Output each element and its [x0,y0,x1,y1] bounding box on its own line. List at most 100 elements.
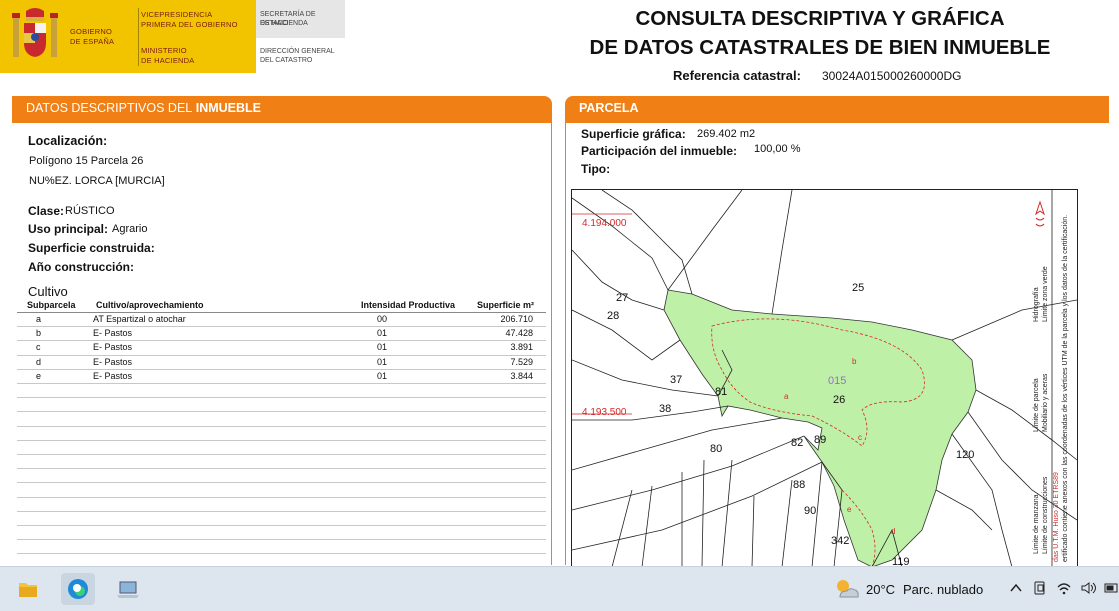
map-svg [572,190,1077,567]
legend-hidrografia: Hidrografía [1033,287,1040,322]
cell-superficie: 3.891 [510,342,533,353]
legend-zona-verde: Límite zona verde [1042,266,1049,322]
logo-direccion-line1: DIRECCIÓN GENERAL [260,48,335,55]
section-header-parcela: PARCELA [565,96,1109,122]
section-border-left [551,110,552,565]
col-header-subparcela: Subparcela [27,300,76,310]
table-row[interactable]: d E- Pastos 01 7.529 [17,356,546,370]
logo-secretaria-line2: DE HACIENDA [260,20,308,27]
parcel-area [663,289,977,567]
ref-catastral-label: Referencia catastral: [673,68,801,83]
table-row-divider [17,510,546,512]
section-title-datos: DATOS DESCRIPTIVOS DEL [26,101,193,115]
table-row[interactable]: a AT Espartizal o atochar 00 206.710 [17,313,546,327]
map-label-89: 89 [814,434,827,446]
table-row-divider [17,525,546,526]
table-row-divider [17,425,546,427]
subparcel-label-a: a [784,392,789,401]
subparcel-label-e: e [847,505,852,514]
cell-superficie: 7.529 [510,356,533,367]
map-label-37: 37 [670,374,683,386]
participacion-label: Participación del inmueble: [581,144,738,158]
logo-ministerio-line2: DE HACIENDA [141,56,195,65]
map-label-27: 27 [616,292,629,304]
cell-cultivo: E- Pastos [93,342,133,353]
page-title-line2: DE DATOS CATASTRALES DE BIEN INMUEBLE [589,36,1051,59]
map-label-81: 81 [715,386,728,398]
superficie-grafica-value: 269.402 m2 [697,128,756,140]
map-legend-rotated: Límite de manzana Límite de construccion… [1031,192,1075,562]
phone-link-icon[interactable] [1032,579,1048,597]
legend-manzana: Límite de manzana [1033,494,1040,554]
weather-condition[interactable]: Parc. nublado [903,582,983,597]
col-header-cultivo: Cultivo/aprovechamiento [96,300,204,310]
table-row[interactable]: e E- Pastos 01 3.844 [17,370,546,384]
cell-subparcela: d [36,356,42,367]
localizacion-label: Localización: [28,134,108,148]
anio-construccion-label: Año construcción: [28,260,135,274]
table-row-divider [17,439,546,441]
map-label-25: 25 [852,282,865,294]
logo-vicepresidencia-line1: VICEPRESIDENCIA [141,10,213,19]
table-row[interactable]: b E- Pastos 01 47.428 [17,327,546,341]
map-label-38: 38 [659,403,672,415]
cell-intensidad: 01 [377,342,388,353]
cell-intensidad: 01 [377,356,388,367]
file-explorer-button[interactable] [11,573,45,605]
table-header-row: Subparcela Cultivo/aprovechamiento Inten… [17,300,546,313]
table-row-divider [17,539,546,541]
spain-coat-of-arms-icon [10,7,60,65]
map-legend: Límite de manzana Límite de construccion… [1031,196,1075,566]
edge-browser-button[interactable] [61,573,95,605]
map-label-82: 82 [791,437,804,449]
chevron-up-icon[interactable] [1008,579,1024,597]
tipo-label: Tipo: [581,162,611,176]
section-title-datos-bold: INMUEBLE [195,101,262,115]
legend-anexos-note: ertificado contiene anexos con las coord… [1062,214,1069,562]
logo-direccion-line2: DEL CATASTRO [260,57,313,64]
table-row-divider [17,468,546,470]
subparcel-label-c: c [858,433,862,442]
legend-parcela: Límite de parcela [1033,378,1040,432]
network-icon[interactable] [1056,579,1072,597]
table-row-divider [17,553,546,555]
cell-cultivo: E- Pastos [93,370,133,381]
table-row[interactable]: c E- Pastos 01 3.891 [17,341,546,355]
cultivo-title: Cultivo [28,284,68,299]
windows-taskbar: 20°C Parc. nublado [0,566,1119,611]
cell-intensidad: 01 [377,328,388,339]
map-label-120: 120 [956,449,975,461]
cadastral-map[interactable]: 4.194.000 4.193.500 015 25 27 28 37 81 3… [571,189,1078,567]
map-label-26: 26 [833,394,846,406]
legend-utm-note: das U.T.M. Huso 30 ETRS89 [1053,472,1060,562]
laptop-icon [117,581,139,598]
uso-principal-value: Agrario [112,223,148,235]
subparcel-label-b: b [852,357,857,366]
section-underline-left [12,122,552,123]
map-label-342: 342 [831,535,850,547]
logo-ministerio-line1: MINISTERIO [141,46,187,55]
government-logo: GOBIERNO DE ESPAÑA VICEPRESIDENCIA PRIME… [0,0,345,73]
cell-intensidad: 01 [377,370,388,381]
table-row-divider [17,454,546,455]
device-app-button[interactable] [111,573,145,605]
logo-gobierno-line1: GOBIERNO [70,27,113,36]
section-header-datos: DATOS DESCRIPTIVOS DEL INMUEBLE [12,96,552,122]
weather-temperature[interactable]: 20°C [866,582,895,597]
weather-icon[interactable] [832,575,860,603]
cell-superficie: 206.710 [500,314,533,324]
logo-gobierno-line2: DE ESPAÑA [70,37,115,46]
logo-vicepresidencia-line2: PRIMERA DEL GOBIERNO [141,20,238,29]
folder-icon [19,583,37,597]
ref-catastral-value: 30024A015000260000DG [822,69,962,83]
page-title-line1: CONSULTA DESCRIPTIVA Y GRÁFICA [635,7,1005,30]
subparcel-label-d: d [891,527,896,536]
volume-icon[interactable] [1080,579,1098,597]
clase-value: RÚSTICO [65,205,115,217]
superficie-grafica-label: Superficie gráfica: [581,127,686,141]
cell-subparcela: c [36,342,41,353]
battery-icon[interactable] [1104,579,1119,597]
table-row-divider [17,397,546,399]
uso-principal-label: Uso principal: [28,222,109,236]
logo-divider [138,8,139,66]
